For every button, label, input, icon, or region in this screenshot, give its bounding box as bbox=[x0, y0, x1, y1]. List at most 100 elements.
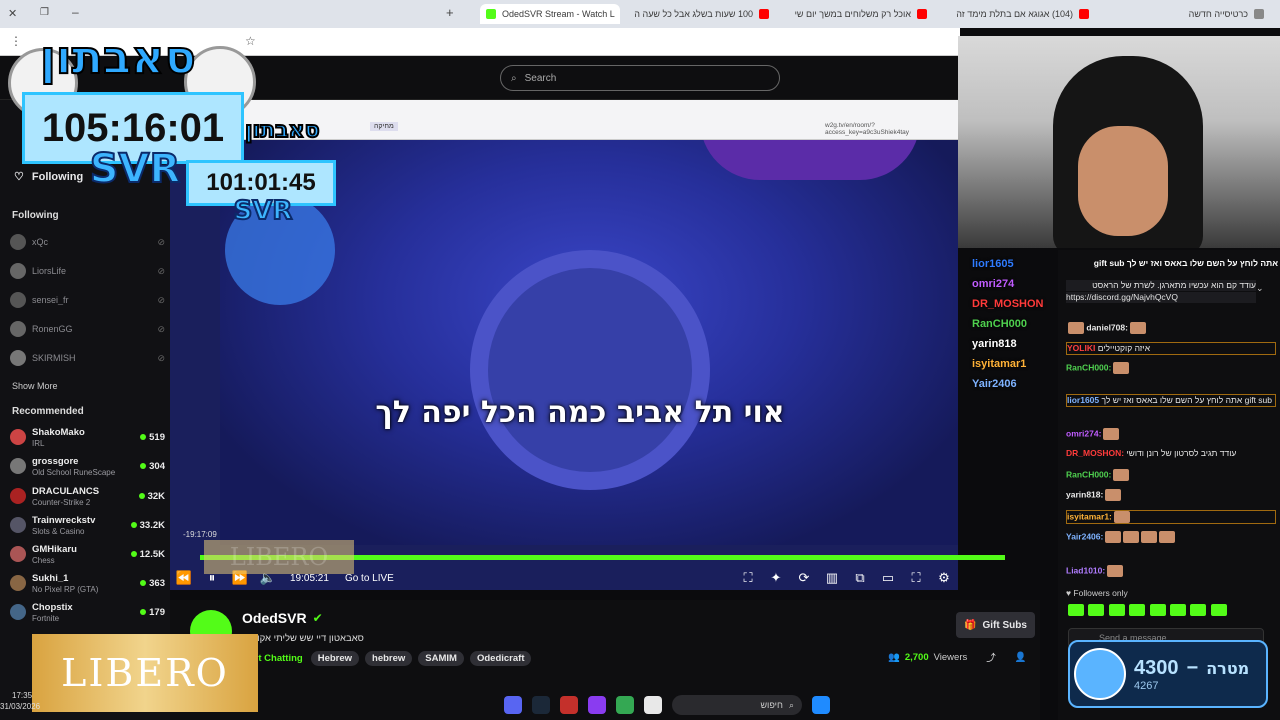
channel-name[interactable]: OdedSVR bbox=[242, 610, 307, 626]
steam-icon[interactable] bbox=[532, 696, 550, 714]
chat-username[interactable]: RanCH000: bbox=[1066, 362, 1111, 372]
recommended-item[interactable]: DRACULANCS Counter-Strike 2 32K bbox=[10, 485, 165, 507]
viewer-count: 519 bbox=[149, 431, 165, 443]
tag-chip[interactable]: Hebrew bbox=[310, 651, 360, 666]
bookmark-star-icon[interactable]: ☆ bbox=[245, 34, 256, 48]
emote[interactable] bbox=[1129, 604, 1146, 616]
following-item[interactable]: SKIRMISH ⊘ bbox=[10, 347, 165, 369]
overlay-chat-user: isyitamar1 bbox=[972, 358, 1027, 370]
replay-icon[interactable]: ⟳ bbox=[790, 570, 818, 586]
youtube-favicon-icon bbox=[759, 9, 769, 19]
emote[interactable] bbox=[1108, 604, 1125, 616]
emote[interactable] bbox=[1210, 604, 1227, 616]
chat-username[interactable]: DR_MOSHON: bbox=[1066, 448, 1124, 458]
chat-username[interactable]: isyitamar1: bbox=[1067, 511, 1112, 521]
app-icon[interactable] bbox=[560, 696, 578, 714]
restore-window-icon[interactable]: ❐ bbox=[40, 7, 49, 18]
emote[interactable] bbox=[1088, 604, 1105, 616]
verified-badge-icon: ✔ bbox=[312, 611, 323, 625]
clock-time: 17:35 bbox=[12, 691, 33, 700]
chat-message: daniel708: bbox=[1066, 322, 1276, 334]
overlay-chat-user: RanCH000 bbox=[972, 318, 1028, 330]
settings-icon[interactable]: ⚙ bbox=[930, 570, 958, 586]
sparkle-icon[interactable]: ✦ bbox=[762, 570, 790, 586]
chat-username[interactable]: RanCH000: bbox=[1066, 469, 1111, 479]
tag-chip[interactable]: Odedicraft bbox=[469, 651, 532, 666]
stats-icon[interactable]: ▥ bbox=[818, 570, 846, 586]
viewer-count: 12.5K bbox=[139, 548, 165, 560]
search-input[interactable]: ⌕ Search bbox=[500, 65, 780, 91]
emote[interactable] bbox=[1169, 604, 1186, 616]
channel-name: Sukhi_1 bbox=[32, 572, 69, 584]
chat-username[interactable]: Yair2406: bbox=[1066, 531, 1103, 541]
pinned-link[interactable]: https://discord.gg/NajvhQcVQ bbox=[1066, 292, 1256, 303]
channel-category: No Pixel RP (GTA) bbox=[32, 584, 99, 594]
emote-bar[interactable] bbox=[1066, 604, 1276, 618]
svr-logo: SVR bbox=[89, 145, 182, 193]
follow-user-icon[interactable]: 👤 bbox=[1015, 652, 1027, 663]
chat-username[interactable]: omri274: bbox=[1066, 428, 1101, 438]
recommended-item[interactable]: Chopstix Fortnite 179 bbox=[10, 601, 165, 623]
tab-youtube-2[interactable]: אוכל רק משלוחים במשך יום שי bbox=[785, 4, 933, 24]
emote[interactable] bbox=[1149, 604, 1166, 616]
avatar bbox=[10, 321, 26, 337]
chat-username[interactable]: yarin818: bbox=[1066, 489, 1103, 499]
close-window-icon[interactable]: ✕ bbox=[8, 7, 17, 20]
emote bbox=[1159, 531, 1176, 543]
recommended-item[interactable]: ShakoMako IRL 519 bbox=[10, 426, 165, 448]
following-item[interactable]: RonenGG ⊘ bbox=[10, 318, 165, 340]
new-tab-icon[interactable]: + bbox=[446, 5, 454, 20]
chat-text: עודד תגיב לסרטון של רונן ודושי bbox=[1126, 448, 1237, 458]
show-more-link[interactable]: Show More bbox=[12, 381, 58, 391]
recommended-item[interactable]: GMHikaru Chess 12.5K bbox=[10, 543, 165, 565]
chat-message: Liad1010: bbox=[1066, 565, 1276, 577]
following-item[interactable]: xQc ⊘ bbox=[10, 231, 165, 253]
chat-message: isyitamar1: bbox=[1066, 510, 1276, 524]
heart-icon: ♡ bbox=[14, 171, 24, 183]
offline-icon: ⊘ bbox=[157, 294, 165, 305]
tag-chip[interactable]: SAMIM bbox=[418, 651, 464, 666]
discord-icon[interactable] bbox=[504, 696, 522, 714]
windows-start-icon[interactable] bbox=[812, 696, 830, 714]
clip-icon[interactable]: ⛶ bbox=[734, 570, 762, 586]
recommended-item[interactable]: Sukhi_1 No Pixel RP (GTA) 363 bbox=[10, 572, 165, 594]
recommended-item[interactable]: Trainwreckstv Slots & Casino 33.2K bbox=[10, 514, 165, 536]
tab-youtube-3[interactable]: (104) אגוגא אם בתלת מימד זה bbox=[945, 4, 1095, 24]
share-icon[interactable]: ⤴ bbox=[986, 650, 996, 664]
chat-username[interactable]: YOLIKI bbox=[1067, 343, 1095, 353]
avatar bbox=[10, 292, 26, 308]
overlay-chat-user: omri274 bbox=[972, 278, 1015, 290]
following-item[interactable]: sensei_fr ⊘ bbox=[10, 289, 165, 311]
tab-label: כרטיסייה חדשה bbox=[1188, 9, 1248, 19]
emote[interactable] bbox=[1190, 604, 1207, 616]
following-nav-item[interactable]: ♡ Following bbox=[14, 170, 83, 184]
following-item[interactable]: LiorsLife ⊘ bbox=[10, 260, 165, 282]
chat-username[interactable]: lior1605 bbox=[1067, 395, 1099, 405]
chat-username[interactable]: Liad1010: bbox=[1066, 565, 1105, 575]
go-to-live-button[interactable]: Go to LIVE bbox=[345, 573, 394, 584]
channel-name: Trainwreckstv bbox=[32, 514, 96, 526]
emote[interactable] bbox=[1068, 604, 1084, 616]
gift-subs-button[interactable]: 🎁 Gift Subs bbox=[956, 612, 1035, 638]
fullscreen-icon[interactable]: ⛶ bbox=[902, 570, 930, 586]
chevron-down-icon[interactable]: ⌄ bbox=[1256, 283, 1264, 294]
taskbar-search[interactable]: חיפוש ⌕ bbox=[672, 695, 802, 715]
tab-new-tab[interactable]: כרטיסייה חדשה bbox=[1170, 4, 1270, 24]
minimize-window-icon[interactable]: – bbox=[72, 5, 79, 19]
live-dot-icon bbox=[140, 580, 147, 586]
tab-kick-stream[interactable]: OdedSVR Stream - Watch L bbox=[480, 4, 620, 24]
obs-icon[interactable] bbox=[588, 696, 606, 714]
chat-username[interactable]: daniel708: bbox=[1086, 322, 1128, 332]
file-explorer-icon[interactable] bbox=[644, 696, 662, 714]
tab-youtube-1[interactable]: 100 שעות בשלג אבל כל שעה ה bbox=[630, 4, 775, 24]
viewer-count: 179 bbox=[149, 606, 165, 618]
emote bbox=[1129, 322, 1146, 334]
avatar bbox=[10, 350, 26, 366]
tag-chip[interactable]: hebrew bbox=[365, 651, 413, 666]
theater-icon[interactable]: ▭ bbox=[874, 570, 902, 586]
rewind-icon[interactable]: ⏪ bbox=[170, 570, 198, 586]
menu-dots-icon[interactable]: ⋮ bbox=[10, 34, 22, 48]
chrome-icon[interactable] bbox=[616, 696, 634, 714]
recommended-item[interactable]: grossgore Old School RuneScape 304 bbox=[10, 455, 165, 477]
pip-icon[interactable]: ⧉ bbox=[846, 570, 874, 586]
